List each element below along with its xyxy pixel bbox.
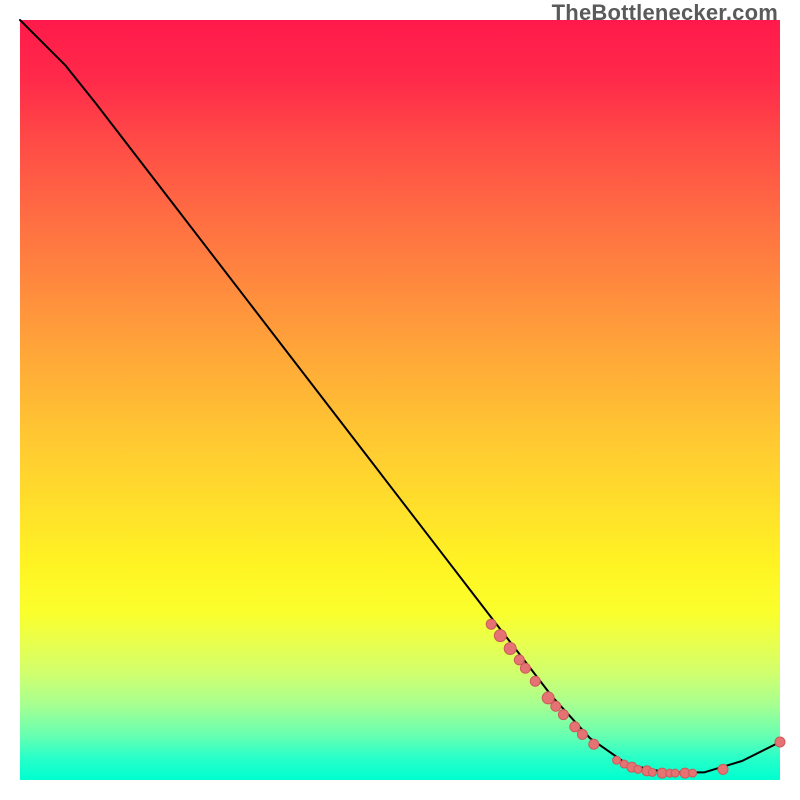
data-point (551, 701, 561, 711)
data-point (504, 643, 516, 655)
data-point (775, 737, 785, 747)
data-point (530, 676, 540, 686)
data-point (648, 768, 656, 776)
data-point (558, 710, 568, 720)
bottleneck-curve (20, 20, 780, 772)
chart-svg (20, 20, 780, 780)
markers-group (486, 619, 785, 778)
data-point (589, 739, 599, 749)
data-point (689, 769, 697, 777)
data-point (577, 729, 587, 739)
data-point (494, 630, 506, 642)
data-point (634, 765, 642, 773)
data-point (520, 663, 530, 673)
data-point (570, 722, 580, 732)
data-point (613, 756, 621, 764)
data-point (486, 619, 496, 629)
chart-container: TheBottlenecker.com (0, 0, 800, 800)
data-point (671, 769, 679, 777)
data-point (718, 764, 728, 774)
data-point (514, 655, 524, 665)
